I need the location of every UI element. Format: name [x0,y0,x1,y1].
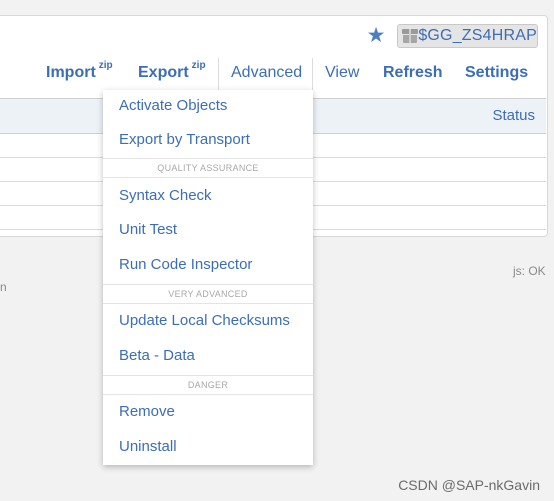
advanced-menu[interactable]: Advanced [218,58,313,90]
package-name: $GG_ZS4HRAP [418,27,537,44]
section-quality-assurance: QUALITY ASSURANCE [103,158,313,178]
menu-item-unit-test[interactable]: Unit Test [103,214,313,248]
menu-item-update-local-checksums[interactable]: Update Local Checksums [103,305,313,339]
advanced-dropdown: Activate Objects Export by Transport QUA… [103,90,313,465]
settings-menu[interactable]: Settings [465,58,528,90]
refresh-label: Refresh [383,64,443,81]
watermark: CSDN @SAP-nkGavin [398,477,540,493]
import-label: Import [46,64,96,81]
menu-item-run-code-inspector[interactable]: Run Code Inspector [103,249,313,283]
import-zip-tag: zip [98,60,113,71]
menu-item-uninstall[interactable]: Uninstall [103,431,313,465]
view-label: View [325,64,360,81]
truncated-text: n [0,280,7,294]
section-danger: DANGER [103,375,313,395]
menu-item-export-by-transport[interactable]: Export by Transport [103,124,313,158]
star-icon[interactable]: ★ [366,25,386,46]
package-badge[interactable]: $GG_ZS4HRAP [397,24,538,48]
export-menu[interactable]: Export zip [138,58,206,90]
export-zip-tag: zip [191,60,206,71]
section-very-advanced: VERY ADVANCED [103,284,313,304]
menu-item-activate-objects[interactable]: Activate Objects [103,90,313,124]
view-menu[interactable]: View [325,58,359,90]
import-menu[interactable]: Import zip [46,58,113,90]
package-icon [402,29,418,43]
export-label: Export [138,64,189,81]
refresh-button[interactable]: Refresh [383,58,443,90]
menu-item-beta-data[interactable]: Beta - Data [103,340,313,374]
js-status: js: OK [513,264,546,278]
menu-item-remove[interactable]: Remove [103,396,313,430]
settings-label: Settings [465,64,529,81]
menu-item-syntax-check[interactable]: Syntax Check [103,180,313,214]
status-column-header: Status [492,107,535,124]
advanced-label: Advanced [231,64,303,81]
